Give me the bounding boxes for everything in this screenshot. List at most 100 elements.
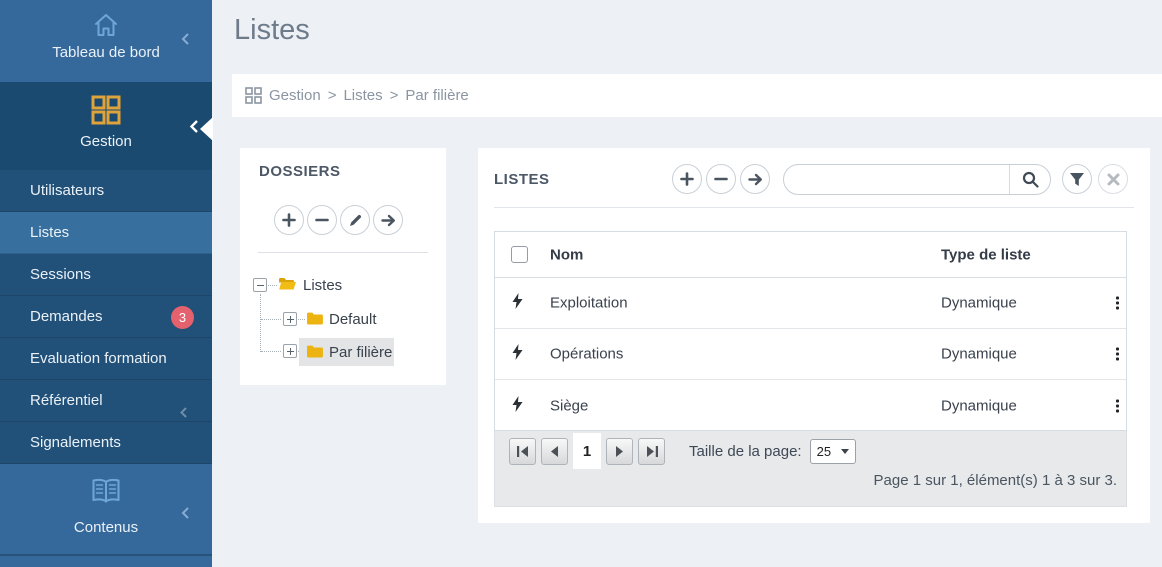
- divider: [258, 252, 428, 253]
- select-all-checkbox[interactable]: [511, 246, 528, 263]
- tree-collapse-toggle[interactable]: [253, 278, 267, 292]
- breadcrumb-separator: >: [328, 87, 337, 104]
- chevron-left-icon[interactable]: [188, 119, 199, 138]
- remove-folder-button[interactable]: [307, 205, 337, 235]
- sidebar-section-dashboard[interactable]: Tableau de bord: [0, 0, 212, 82]
- listes-panel: LISTES Nom Type de liste Exploitat: [478, 148, 1150, 523]
- row-menu-icon[interactable]: [1107, 348, 1127, 361]
- breadcrumb-item: Par filière: [405, 87, 468, 104]
- page-size-select[interactable]: 25: [810, 439, 856, 464]
- sidebar-menu: Utilisateurs Listes Sessions Demandes 3 …: [0, 170, 212, 464]
- sidebar-item-label: Utilisateurs: [30, 182, 104, 199]
- panel-title: DOSSIERS: [259, 163, 341, 180]
- pager-buttons: 1: [509, 433, 665, 469]
- sidebar-item-label: Demandes: [30, 308, 103, 325]
- cell-type: Dynamique: [941, 295, 1017, 312]
- filter-button[interactable]: [1062, 164, 1092, 194]
- page-size-control: Taille de la page: 25: [689, 439, 856, 464]
- divider: [494, 207, 1134, 208]
- chevron-down-icon: [841, 449, 849, 454]
- table-row[interactable]: Opérations Dynamique: [495, 329, 1126, 380]
- sidebar-next-section: [0, 554, 212, 567]
- cell-type: Dynamique: [941, 397, 1017, 414]
- dynamic-list-icon: [512, 293, 523, 313]
- panel-title: LISTES: [494, 171, 550, 188]
- dynamic-list-icon: [512, 344, 523, 364]
- dynamic-list-icon: [512, 396, 523, 416]
- table-header-row: Nom Type de liste: [495, 232, 1126, 278]
- move-folder-button[interactable]: [373, 205, 403, 235]
- sidebar-section-label: Gestion: [0, 133, 212, 150]
- dossiers-panel: DOSSIERS Listes Default Par filière: [240, 148, 446, 385]
- tree-node-default[interactable]: Default: [329, 311, 377, 328]
- search-icon[interactable]: [1010, 165, 1050, 194]
- pagination-bar: 1 Taille de la page: 25 Page 1 sur 1, él…: [494, 431, 1127, 507]
- cell-type: Dynamique: [941, 346, 1017, 363]
- home-icon: [92, 12, 120, 42]
- lists-table: Nom Type de liste Exploitation Dynamique…: [494, 231, 1127, 431]
- sidebar-item-signalements[interactable]: Signalements: [0, 422, 212, 464]
- tree-expand-toggle[interactable]: [283, 344, 297, 358]
- sidebar-item-label: Listes: [30, 224, 69, 241]
- row-menu-icon[interactable]: [1107, 297, 1127, 310]
- folder-open-icon: [278, 276, 297, 297]
- chevron-left-icon: [180, 506, 190, 524]
- tree-connector: [261, 351, 281, 352]
- table-row[interactable]: Siège Dynamique: [495, 380, 1126, 431]
- add-list-button[interactable]: [672, 164, 702, 194]
- first-page-button[interactable]: [509, 438, 536, 465]
- column-header-type[interactable]: Type de liste: [941, 246, 1031, 263]
- breadcrumb-separator: >: [390, 87, 399, 104]
- sidebar-item-evaluation-formation[interactable]: Evaluation formation: [0, 338, 212, 380]
- next-page-button[interactable]: [606, 438, 633, 465]
- sidebar-item-utilisateurs[interactable]: Utilisateurs: [0, 170, 212, 212]
- tree-node-par-filiere[interactable]: Par filière: [329, 344, 392, 361]
- tree-connector: [260, 294, 261, 352]
- dossiers-toolbar: [274, 205, 403, 235]
- page-size-label: Taille de la page:: [689, 443, 802, 460]
- remove-list-button[interactable]: [706, 164, 736, 194]
- prev-page-button[interactable]: [541, 438, 568, 465]
- book-icon: [90, 477, 122, 509]
- page-size-value: 25: [817, 444, 831, 459]
- add-folder-button[interactable]: [274, 205, 304, 235]
- sidebar-item-label: Signalements: [30, 434, 121, 451]
- tree-expand-toggle[interactable]: [283, 312, 297, 326]
- current-page: 1: [573, 433, 601, 469]
- cell-nom: Siège: [550, 397, 588, 414]
- chevron-left-icon: [180, 32, 190, 50]
- sidebar-section-contenus[interactable]: Contenus: [0, 464, 212, 554]
- move-list-button[interactable]: [740, 164, 770, 194]
- search-box: [783, 164, 1051, 195]
- edit-folder-button[interactable]: [340, 205, 370, 235]
- sidebar-section-gestion[interactable]: Gestion: [0, 82, 212, 170]
- tree-node-listes[interactable]: Listes: [303, 277, 342, 294]
- clear-filter-button[interactable]: [1098, 164, 1128, 194]
- tree-connector: [298, 319, 305, 320]
- sidebar-item-label: Evaluation formation: [30, 350, 167, 367]
- table-row[interactable]: Exploitation Dynamique: [495, 278, 1126, 329]
- tree-connector: [261, 319, 281, 320]
- column-header-nom[interactable]: Nom: [550, 246, 583, 263]
- sidebar-item-referentiel[interactable]: Référentiel: [0, 380, 212, 422]
- sidebar-item-sessions[interactable]: Sessions: [0, 254, 212, 296]
- grid-icon: [90, 94, 122, 130]
- search-input[interactable]: [784, 166, 1009, 193]
- cell-nom: Opérations: [550, 346, 623, 363]
- folder-icon: [306, 344, 324, 364]
- sidebar-item-label: Sessions: [30, 266, 91, 283]
- notification-badge: 3: [171, 306, 194, 329]
- breadcrumb-item[interactable]: Gestion: [269, 87, 321, 104]
- pagination-summary: Page 1 sur 1, élément(s) 1 à 3 sur 3.: [874, 472, 1117, 489]
- breadcrumb-grid-icon: [245, 87, 262, 104]
- page-title: Listes: [234, 14, 310, 47]
- sidebar: Tableau de bord Gestion Utilisateurs Lis…: [0, 0, 212, 567]
- sidebar-item-listes[interactable]: Listes: [0, 212, 212, 254]
- folder-icon: [306, 311, 324, 331]
- sidebar-item-demandes[interactable]: Demandes 3: [0, 296, 212, 338]
- tree-connector: [268, 285, 277, 286]
- last-page-button[interactable]: [638, 438, 665, 465]
- active-section-indicator: [200, 117, 213, 141]
- row-menu-icon[interactable]: [1107, 399, 1127, 412]
- breadcrumb-item[interactable]: Listes: [343, 87, 382, 104]
